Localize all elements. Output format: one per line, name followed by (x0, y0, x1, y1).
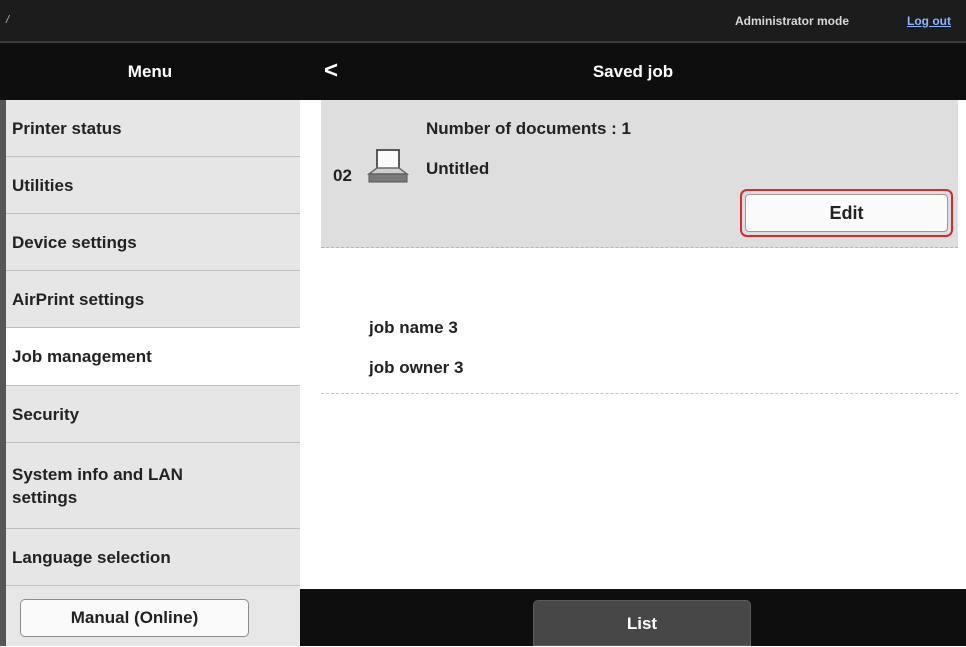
sidebar: Printer status Utilities Device settings… (0, 100, 300, 646)
job-number: 02 (333, 166, 352, 185)
status-bar: / Administrator mode Log out (0, 0, 966, 43)
main-content: 02 Number of documents : 1 Untitled Edit… (300, 100, 966, 589)
sidebar-item-airprint-settings[interactable]: AirPrint settings (6, 271, 300, 328)
sidebar-item-device-settings[interactable]: Device settings (6, 214, 300, 271)
sidebar-item-security[interactable]: Security (6, 386, 300, 443)
sidebar-item-label: Security (12, 404, 80, 424)
document-count: Number of documents : 1 (426, 119, 631, 138)
sidebar-item-job-management[interactable]: Job management (6, 328, 300, 386)
sidebar-item-label: AirPrint settings (12, 289, 145, 309)
menu-title: Menu (127, 62, 173, 81)
sidebar-item-printer-status[interactable]: Printer status (6, 100, 300, 157)
path-indicator: / (6, 14, 10, 26)
sidebar-item-language-selection[interactable]: Language selection (6, 529, 300, 586)
sidebar-item-label: System info and LAN settings (12, 464, 183, 507)
sidebar-item-label: Job management (12, 347, 152, 366)
footer-bar: List (300, 589, 966, 646)
header-bar: Menu Saved job < (0, 43, 966, 100)
document-tray-icon (367, 149, 409, 183)
sidebar-item-label: Utilities (12, 175, 74, 195)
sidebar-item-system-info[interactable]: System info and LAN settings (6, 443, 300, 529)
document-name: Untitled (426, 159, 490, 178)
saved-job-row[interactable]: job name 3 job owner 3 (321, 248, 958, 394)
job-name: job name 3 (369, 318, 458, 337)
page-title: Saved job (592, 62, 674, 81)
edit-button[interactable]: Edit (740, 189, 953, 237)
sidebar-item-label: Printer status (12, 118, 122, 138)
back-button[interactable]: < (316, 43, 346, 100)
list-button[interactable]: List (533, 600, 751, 646)
job-owner: job owner 3 (369, 358, 464, 377)
saved-job-row[interactable]: 02 Number of documents : 1 Untitled Edit (321, 100, 958, 248)
edit-button-label: Edit (745, 194, 948, 232)
admin-mode-label: Administrator mode (735, 14, 850, 28)
logout-link[interactable]: Log out (907, 14, 951, 28)
manual-online-button[interactable]: Manual (Online) (20, 599, 249, 637)
sidebar-item-label: Device settings (12, 232, 137, 252)
sidebar-item-label: Language selection (12, 547, 171, 567)
sidebar-item-utilities[interactable]: Utilities (6, 157, 300, 214)
